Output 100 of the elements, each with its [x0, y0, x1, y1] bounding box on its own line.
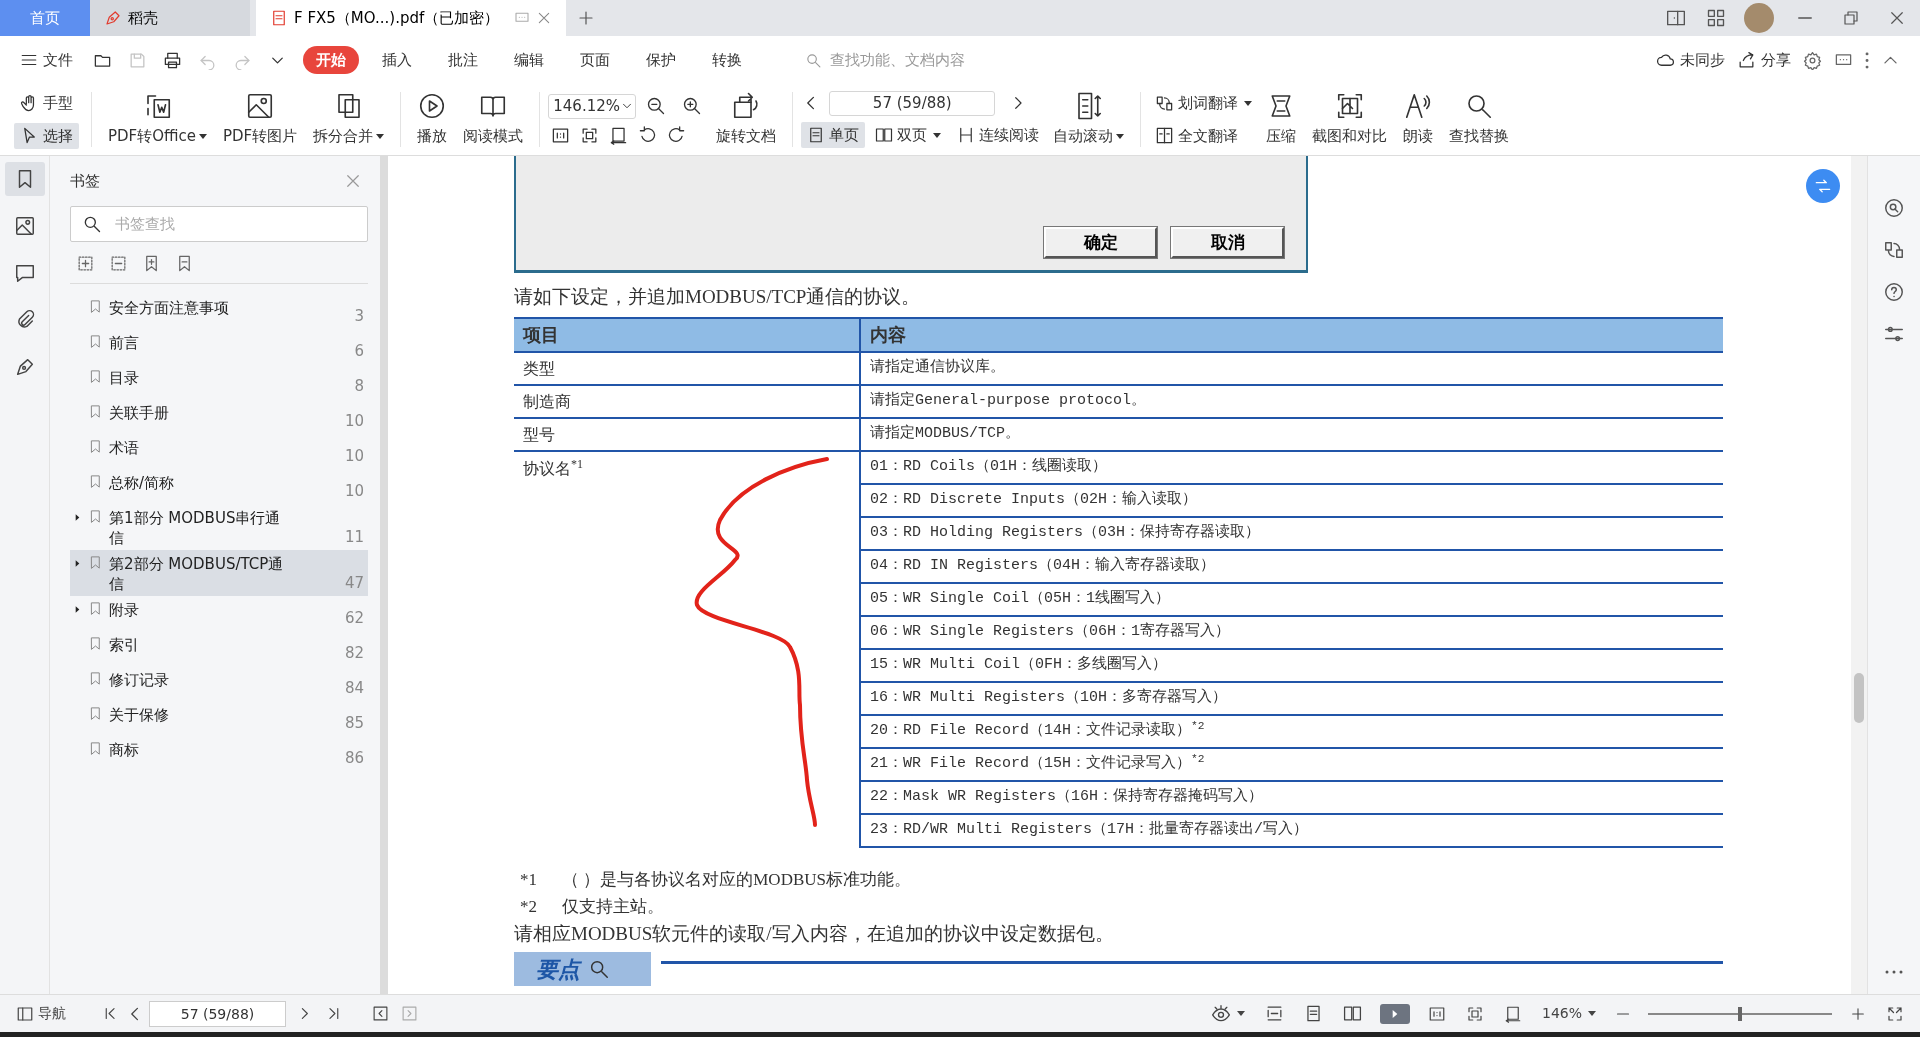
caret-icon [1116, 134, 1125, 139]
rotate-left-icon [638, 125, 658, 145]
table-cell: 03：RD Holding Registers（03H：保持寄存器读取） [860, 517, 1723, 550]
panel-title: 书签 [70, 170, 100, 192]
ribbon-tab[interactable]: 转换 [699, 45, 755, 75]
fit-width-icon [609, 125, 629, 145]
collapse-all-icon [109, 254, 128, 273]
bookmark-item[interactable]: 索引 82 [70, 631, 368, 666]
table-cell: 21：WR File Record（15H：文件记录写入）$^{*2}$ [860, 748, 1723, 781]
scrollbar[interactable] [1851, 156, 1867, 994]
ribbon-tab[interactable]: 保护 [633, 45, 689, 75]
toolbar-button[interactable]: 压缩 [1258, 84, 1305, 155]
sidebar-tab[interactable] [4, 162, 45, 196]
ribbon-tab[interactable]: 开始 [303, 45, 359, 75]
bookmark-item[interactable]: 目录 8 [70, 364, 368, 399]
bookmark-item[interactable]: 总称/简称 10 [70, 469, 368, 504]
bookmark-item[interactable]: 前言 6 [70, 329, 368, 364]
share-icon [1737, 50, 1756, 70]
toolbar-button[interactable]: 自动滚动 [1045, 84, 1133, 155]
ribbon-tab[interactable]: 插入 [369, 45, 425, 75]
view-button[interactable]: 连续阅读 [951, 121, 1046, 149]
bookmark-item[interactable]: 关于保修 85 [70, 701, 368, 736]
play-button[interactable] [1379, 1003, 1410, 1024]
sync-button[interactable]: 未同步 [1650, 44, 1731, 76]
tool-button[interactable]: 手型 [14, 90, 79, 117]
share-button[interactable]: 分享 [1731, 44, 1797, 76]
ribbon-tab[interactable]: 批注 [435, 45, 491, 75]
view-button[interactable]: 双页 [869, 121, 948, 149]
tool-button[interactable]: 选择 [14, 122, 79, 149]
toolbar-button[interactable]: 划词翻译 [1149, 90, 1259, 117]
help-icon [1883, 281, 1905, 303]
column-header: 项目 [514, 318, 860, 352]
caret-icon [199, 134, 207, 139]
footnote-mark: *2 [520, 896, 538, 918]
toolbar-button[interactable]: PDF转图片 [215, 84, 306, 155]
window-tab[interactable]: F FX5（MO...).pdf（已加密） [256, 0, 566, 36]
slider-thumb[interactable] [1738, 1006, 1742, 1021]
toolbar-button[interactable]: 阅读模式 [455, 84, 532, 155]
table-cell: 请指定通信协议库。 [860, 352, 1723, 385]
zoom-dropdown[interactable]: 146.12% [548, 93, 637, 119]
printer-icon [163, 50, 182, 70]
bookmark-icon [88, 369, 103, 384]
bookmark-search-field[interactable]: 书签查找 [70, 206, 368, 242]
table-cell: 制造商 [514, 385, 860, 418]
file-menu[interactable]: 文件 [14, 44, 79, 76]
bookmark-item[interactable]: 安全方面注意事项 3 [70, 294, 368, 329]
actual-size-icon [1427, 1004, 1446, 1023]
table-cell: 04：RD IN Registers（04H：输入寄存器读取） [860, 550, 1723, 583]
bookmark-item[interactable]: 附录 62 [70, 596, 368, 631]
view-button[interactable]: 单页 [801, 121, 866, 149]
bookmark-icon [88, 299, 103, 314]
bookmark-item[interactable]: 修订记录 84 [70, 666, 368, 701]
toolbar-button[interactable]: 播放 [409, 84, 456, 155]
table-cell: 22：Mask WR Registers（16H：保持寄存器掩码写入） [860, 781, 1723, 814]
bookmark-item[interactable]: 商标 86 [70, 736, 368, 771]
bookmark-item[interactable]: 关联手册 10 [70, 399, 368, 434]
grid-icon [1706, 8, 1726, 28]
toolbar-button[interactable]: 查找替换 [1441, 84, 1518, 155]
bookmark-item[interactable]: 第2部分 MODBUS/TCP通信 47 [70, 550, 368, 596]
toolbar-button[interactable]: 全文翻译 [1149, 122, 1259, 149]
window-tab[interactable]: 稻壳 [90, 0, 250, 36]
table-cell: 协议名$^{*1}$ [514, 451, 860, 847]
intro-text: 请如下设定，并追加MODBUS/TCP通信的协议。 [514, 285, 922, 309]
page-field[interactable]: 57 (59/88) [829, 90, 996, 116]
expand-all-icon [76, 254, 95, 273]
table-cell: 15：WR Multi Coil（0FH：多线圈写入） [860, 649, 1723, 682]
dialog-button[interactable]: 取消 [1171, 227, 1284, 258]
bookmark-icon [88, 474, 103, 489]
toolbar-button[interactable]: 截图和对比 [1304, 84, 1396, 155]
ribbon-tab[interactable]: 页面 [567, 45, 623, 75]
ribbon-tab[interactable]: 编辑 [501, 45, 557, 75]
table-cell: 20：RD File Record（14H：文件记录读取）$^{*2}$ [860, 715, 1723, 748]
toolbar-button[interactable]: 拆分合并 [305, 84, 393, 155]
table-cell: 16：WR Multi Registers（10H：多寄存器写入） [860, 682, 1723, 715]
toolbar-button[interactable]: 旋转文档 [708, 84, 785, 155]
close-icon[interactable] [536, 10, 552, 26]
double-page-icon [1342, 1004, 1362, 1023]
table-cell: 01：RD Coils（01H：线圈读取） [860, 451, 1723, 484]
scrollbar-thumb[interactable] [1854, 673, 1864, 723]
toolbar-button[interactable]: 朗读 [1395, 84, 1442, 155]
bookmark-icon [88, 509, 103, 524]
plus-icon [577, 9, 595, 27]
bookmark-item[interactable]: 术语 10 [70, 434, 368, 469]
navigation-button[interactable]: 导航 [14, 1001, 68, 1026]
search-field[interactable]: 查找功能、文档内容 [828, 47, 998, 73]
more-icon [1865, 51, 1869, 69]
floating-button[interactable] [1806, 169, 1840, 203]
toolbar-button[interactable]: PDF转Office [100, 84, 215, 155]
pdf-file-icon [270, 9, 288, 27]
dialog-button[interactable]: 确定 [1044, 227, 1157, 258]
page-field[interactable]: 57 (59/88) [149, 1000, 286, 1027]
bookmark-icon [88, 439, 103, 454]
more-icon [1885, 970, 1903, 974]
close-icon [344, 172, 362, 190]
rotate-right-icon [667, 125, 687, 145]
search-icon [805, 51, 822, 69]
zoom-dropdown[interactable]: 146% [1539, 1001, 1598, 1026]
bookmark-item[interactable]: 第1部分 MODBUS串行通信 11 [70, 504, 368, 550]
avatar[interactable] [1744, 3, 1774, 33]
bookmark-icon [88, 334, 103, 349]
